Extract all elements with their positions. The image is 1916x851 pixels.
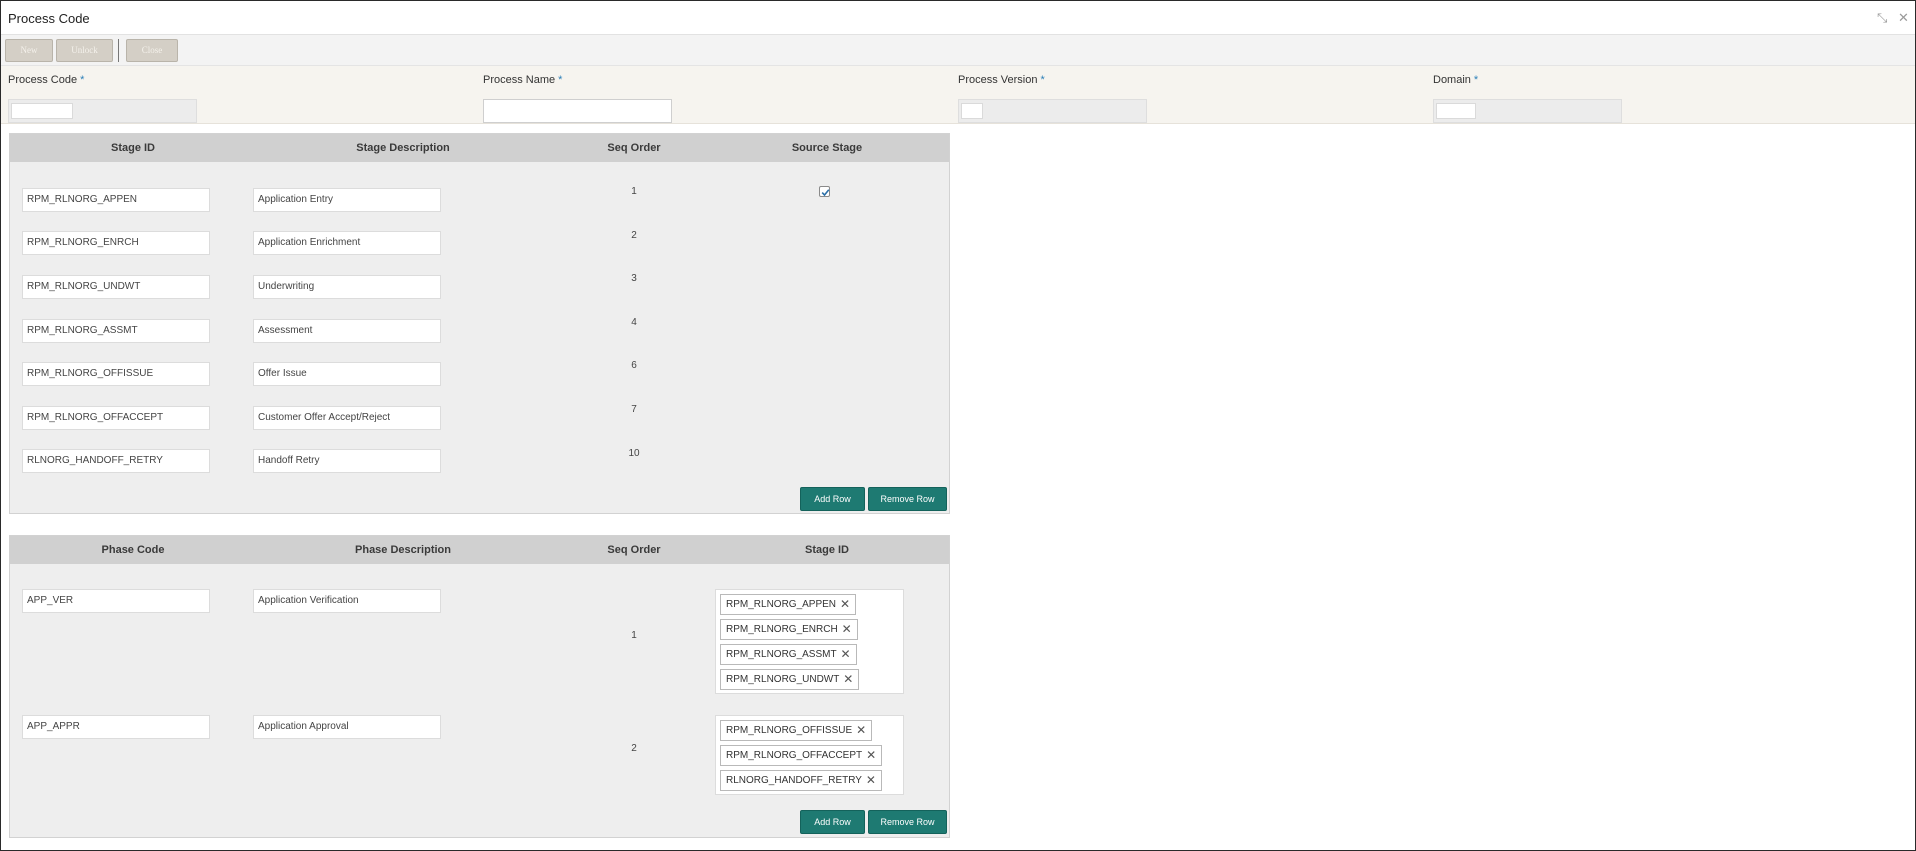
remove-tag-icon[interactable]: ✕ <box>841 645 851 664</box>
stage-remove-row-button[interactable]: Remove Row <box>868 487 947 511</box>
phase-code-input[interactable]: APP_APPR <box>22 715 210 739</box>
stage-description-input[interactable]: Customer Offer Accept/Reject <box>253 406 441 430</box>
source-stage-checkbox[interactable] <box>819 186 830 197</box>
header-fields: Process Code * Process Name * Process Vers… <box>1 66 1915 124</box>
phase-description-input[interactable]: Application Approval <box>253 715 441 739</box>
stage-tag: RPM_RLNORG_OFFACCEPT ✕ <box>720 745 883 766</box>
process-version-label: Process Version <box>958 74 1038 86</box>
process-code-input-frame <box>8 99 197 123</box>
stage-id-multiselect[interactable]: RPM_RLNORG_APPEN ✕ RPM_RLNORG_ENRCH ✕ RPM_… <box>715 589 904 694</box>
stage-id-input[interactable]: RPM_RLNORG_UNDWT <box>22 275 210 299</box>
stage-id-input[interactable]: RPM_RLNORG_APPEN <box>22 188 210 212</box>
column-header-phase-code: Phase Code <box>101 544 165 556</box>
seq-order-value: 1 <box>631 186 637 197</box>
phase-code-input[interactable]: APP_VER <box>22 589 210 613</box>
toolbar: New Unlock Close <box>1 35 1915 66</box>
seq-order-value: 4 <box>631 317 637 328</box>
process-version-field: Process Version * <box>958 74 1147 123</box>
toolbar-divider <box>118 39 119 62</box>
process-code-field: Process Code * <box>8 74 197 123</box>
phase-description-input[interactable]: Application Verification <box>253 589 441 613</box>
stage-tag: RLNORG_HANDOFF_RETRY ✕ <box>720 770 882 791</box>
stage-grid: Stage ID Stage Description Seq Order Sou… <box>9 133 950 514</box>
new-button[interactable]: New <box>5 39 53 62</box>
stage-id-input[interactable]: RPM_RLNORG_OFFACCEPT <box>22 406 210 430</box>
process-name-input[interactable] <box>483 99 672 123</box>
column-header-phase-description: Phase Description <box>355 544 451 556</box>
column-header-stage-id: Stage ID <box>804 544 850 556</box>
column-header-seq-order: Seq Order <box>607 142 661 154</box>
remove-tag-icon[interactable]: ✕ <box>866 746 876 765</box>
stage-grid-header: Stage ID Stage Description Seq Order Sou… <box>10 134 949 162</box>
stage-description-input[interactable]: Application Entry <box>253 188 441 212</box>
remove-tag-icon[interactable]: ✕ <box>843 670 853 689</box>
seq-order-value: 3 <box>631 273 637 284</box>
checkmark-icon <box>821 189 830 197</box>
process-name-label: Process Name <box>483 74 556 86</box>
process-code-label: Process Code <box>8 74 78 86</box>
column-header-stage-id: Stage ID <box>110 142 156 154</box>
restore-icon[interactable]: ⤡ <box>1877 10 1887 26</box>
seq-order-value: 2 <box>631 230 637 241</box>
domain-input[interactable] <box>1436 103 1476 119</box>
column-header-seq-order: Seq Order <box>607 544 661 556</box>
stage-tag: RPM_RLNORG_ASSMT ✕ <box>720 644 857 665</box>
column-header-source-stage: Source Stage <box>791 142 863 154</box>
seq-order-value: 6 <box>631 360 637 371</box>
stage-id-input[interactable]: RLNORG_HANDOFF_RETRY <box>22 449 210 473</box>
required-marker: * <box>1040 74 1045 86</box>
remove-tag-icon[interactable]: ✕ <box>842 620 852 639</box>
required-marker: * <box>80 74 85 86</box>
process-version-input-frame <box>958 99 1147 123</box>
required-marker: * <box>558 74 563 86</box>
title-bar: Process Code ⤡ ✕ <box>1 1 1915 35</box>
seq-order-value: 2 <box>631 743 637 754</box>
stage-description-input[interactable]: Handoff Retry <box>253 449 441 473</box>
stage-tag: RPM_RLNORG_ENRCH ✕ <box>720 619 858 640</box>
stage-id-input[interactable]: RPM_RLNORG_ENRCH <box>22 231 210 255</box>
stage-description-input[interactable]: Application Enrichment <box>253 231 441 255</box>
stage-description-input[interactable]: Offer Issue <box>253 362 441 386</box>
stage-tag: RPM_RLNORG_UNDWT ✕ <box>720 669 860 690</box>
stage-description-input[interactable]: Assessment <box>253 319 441 343</box>
domain-input-frame <box>1433 99 1622 123</box>
stage-add-row-button[interactable]: Add Row <box>800 487 865 511</box>
window-title: Process Code <box>8 11 90 26</box>
phase-grid-header: Phase Code Phase Description Seq Order S… <box>10 536 949 564</box>
stage-description-input[interactable]: Underwriting <box>253 275 441 299</box>
column-header-stage-description: Stage Description <box>356 142 450 154</box>
domain-field: Domain * <box>1433 74 1622 123</box>
stage-id-multiselect[interactable]: RPM_RLNORG_OFFISSUE ✕ RPM_RLNORG_OFFACCEP… <box>715 715 904 795</box>
seq-order-value: 1 <box>631 630 637 641</box>
process-code-input[interactable] <box>11 103 73 119</box>
process-version-input[interactable] <box>961 103 983 119</box>
process-name-field: Process Name * <box>483 74 672 123</box>
phase-grid: Phase Code Phase Description Seq Order S… <box>9 535 950 838</box>
process-code-window: Process Code ⤡ ✕ New Unlock Close Proces… <box>0 0 1916 851</box>
required-marker: * <box>1473 74 1479 86</box>
close-icon[interactable]: ✕ <box>1898 10 1909 26</box>
phase-add-row-button[interactable]: Add Row <box>800 810 865 834</box>
remove-tag-icon[interactable]: ✕ <box>856 721 866 740</box>
seq-order-value: 10 <box>628 448 640 459</box>
stage-id-input[interactable]: RPM_RLNORG_ASSMT <box>22 319 210 343</box>
close-button[interactable]: Close <box>126 39 178 62</box>
stage-tag: RPM_RLNORG_APPEN ✕ <box>720 594 857 615</box>
remove-tag-icon[interactable]: ✕ <box>840 595 850 614</box>
domain-label: Domain <box>1433 74 1471 86</box>
unlock-button[interactable]: Unlock <box>56 39 113 62</box>
phase-remove-row-button[interactable]: Remove Row <box>868 810 947 834</box>
remove-tag-icon[interactable]: ✕ <box>866 771 876 790</box>
stage-id-input[interactable]: RPM_RLNORG_OFFISSUE <box>22 362 210 386</box>
seq-order-value: 7 <box>631 404 637 415</box>
stage-tag: RPM_RLNORG_OFFISSUE ✕ <box>720 720 873 741</box>
